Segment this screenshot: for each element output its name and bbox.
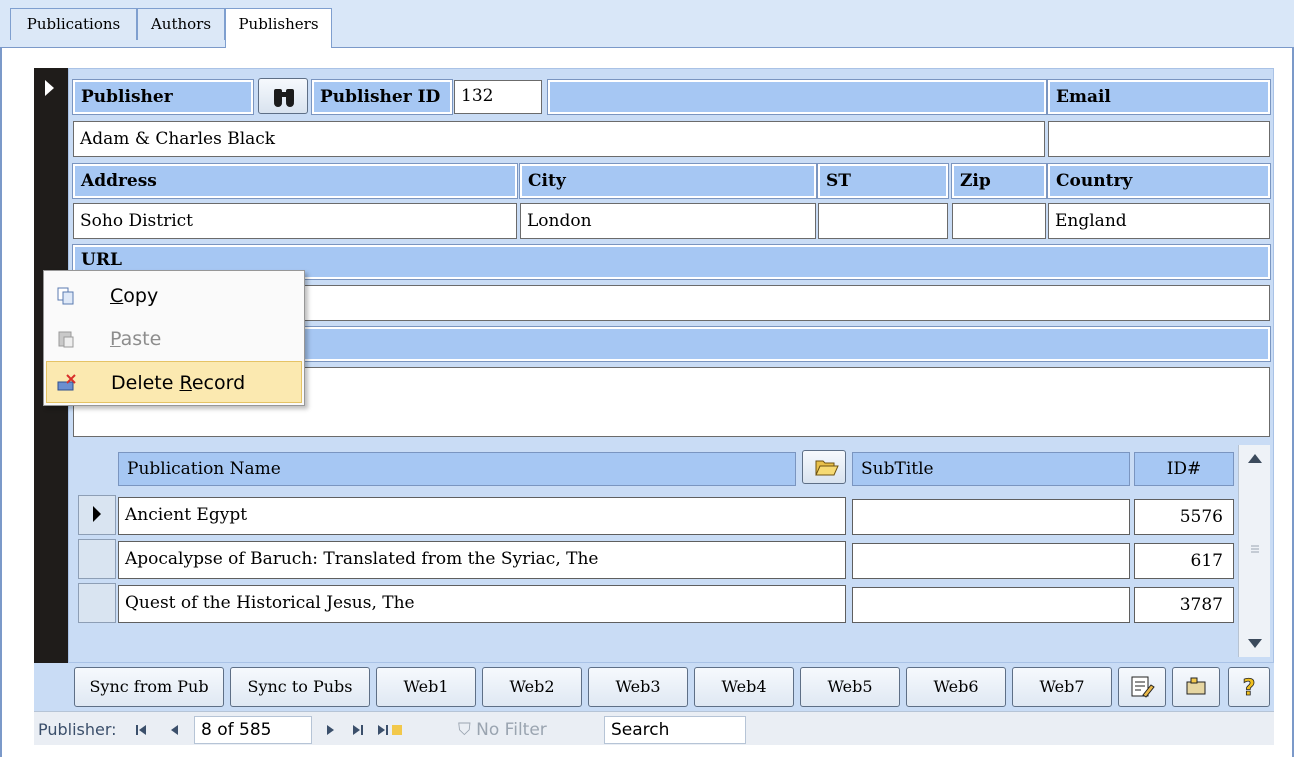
nav-first-prev-icons[interactable] [134, 720, 194, 740]
web3-button[interactable]: Web3 [588, 667, 688, 707]
table-row-id[interactable]: 617 [1134, 543, 1234, 579]
col-header-subtitle: SubTitle [852, 452, 1130, 486]
sync-from-pub-button[interactable]: Sync from Pub [74, 667, 224, 707]
scroll-arrows-icon [1248, 454, 1262, 648]
col-header-id: ID# [1134, 452, 1234, 486]
publisher-id-label: Publisher ID [311, 79, 453, 115]
state-field[interactable] [818, 203, 948, 239]
tab-publishers[interactable]: Publishers [225, 8, 332, 49]
context-menu: Copy Paste Delete Record [43, 270, 305, 406]
address-field[interactable]: Soho District [73, 203, 517, 239]
search-input[interactable]: Search [604, 716, 746, 744]
open-publication-button[interactable] [802, 450, 846, 484]
row-selector[interactable] [78, 583, 116, 623]
table-row-name[interactable]: Quest of the Historical Jesus, The [118, 585, 846, 623]
country-field[interactable]: England [1048, 203, 1270, 239]
current-record-icon [45, 80, 54, 96]
sync-to-pubs-button[interactable]: Sync to Pubs [230, 667, 370, 707]
web6-button[interactable]: Web6 [906, 667, 1006, 707]
row-selector[interactable] [78, 495, 116, 535]
row-selector[interactable] [78, 539, 116, 579]
state-label: ST [817, 163, 949, 199]
country-label: Country [1047, 163, 1271, 199]
menu-label-paste: Paste [110, 328, 162, 350]
menu-item-delete-record[interactable]: Delete Record [46, 361, 302, 403]
menu-item-paste[interactable]: Paste [46, 318, 302, 360]
col-header-publication-name: Publication Name [118, 452, 796, 486]
current-record-field[interactable]: 8 of 585 [194, 716, 312, 744]
filter-status-label: No Filter [476, 720, 547, 740]
help-icon: ? [1242, 676, 1256, 702]
address-label: Address [72, 163, 518, 199]
tab-publications[interactable]: Publications [10, 8, 137, 40]
city-label: City [519, 163, 817, 199]
copy-icon [57, 287, 74, 305]
publisher-id-field[interactable]: 132 [454, 80, 542, 114]
publisher-label: Publisher [72, 79, 254, 115]
tab-authors[interactable]: Authors [137, 8, 225, 40]
email-label: Email [1047, 79, 1271, 115]
current-row-icon [93, 506, 101, 522]
svg-text:?: ? [1243, 676, 1256, 701]
paste-icon [58, 331, 74, 348]
menu-label-delete-record: Delete Record [111, 372, 246, 394]
edit-document-icon [1131, 676, 1155, 698]
tab-strip: Publications Authors Publishers [0, 0, 1294, 49]
table-row-subtitle[interactable] [852, 543, 1130, 579]
table-row-name[interactable]: Ancient Egypt [118, 497, 846, 535]
zip-label: Zip [951, 163, 1047, 199]
table-row-name[interactable]: Apocalypse of Baruch: Translated from th… [118, 541, 846, 579]
email-field[interactable] [1048, 121, 1270, 157]
table-row-subtitle[interactable] [852, 587, 1130, 623]
table-row-id[interactable]: 3787 [1134, 587, 1234, 623]
nav-next-last-new-icons[interactable] [322, 720, 422, 740]
web1-button[interactable]: Web1 [376, 667, 476, 707]
table-row-id[interactable]: 5576 [1134, 499, 1234, 535]
nav-label: Publisher: [38, 720, 117, 739]
city-field[interactable]: London [520, 203, 816, 239]
menu-item-copy[interactable]: Copy [46, 275, 302, 317]
filter-status[interactable]: ⛉ No Filter [458, 713, 547, 747]
web4-button[interactable]: Web4 [694, 667, 794, 707]
table-row-subtitle[interactable] [852, 499, 1130, 535]
help-button[interactable]: ? [1228, 667, 1270, 707]
menu-label-copy: Copy [110, 285, 159, 307]
card-icon [1186, 677, 1206, 695]
header-spacer [547, 79, 1047, 115]
record-card-button[interactable] [1172, 667, 1220, 707]
binoculars-icon [274, 89, 294, 107]
subform-scrollbar[interactable] [1238, 445, 1270, 657]
web7-button[interactable]: Web7 [1012, 667, 1112, 707]
folder-open-icon [815, 460, 839, 476]
web2-button[interactable]: Web2 [482, 667, 582, 707]
publisher-name-field[interactable]: Adam & Charles Black [73, 121, 1045, 157]
edit-notes-button[interactable] [1118, 667, 1166, 707]
no-filter-icon: ⛉ [458, 720, 477, 740]
find-publisher-button[interactable] [258, 78, 308, 114]
zip-field[interactable] [952, 203, 1046, 239]
web5-button[interactable]: Web5 [800, 667, 900, 707]
delete-record-icon [57, 374, 76, 391]
